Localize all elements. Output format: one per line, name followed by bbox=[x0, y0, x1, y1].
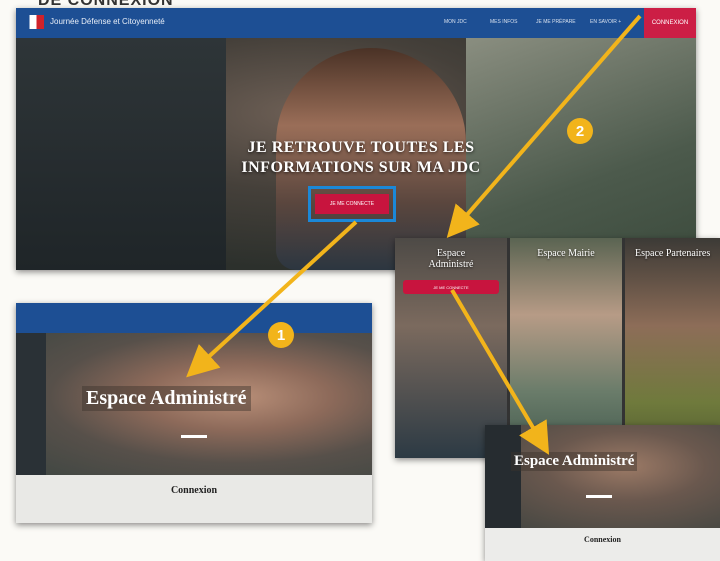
step-badge-1: 1 bbox=[268, 322, 294, 348]
annotation-arrows bbox=[186, 14, 642, 455]
arrow-to-spaces-panel bbox=[446, 14, 642, 239]
arrow-to-espace-administre bbox=[186, 220, 358, 378]
step-badge-2: 2 bbox=[567, 118, 593, 144]
arrow-to-zoom-two bbox=[450, 288, 550, 455]
